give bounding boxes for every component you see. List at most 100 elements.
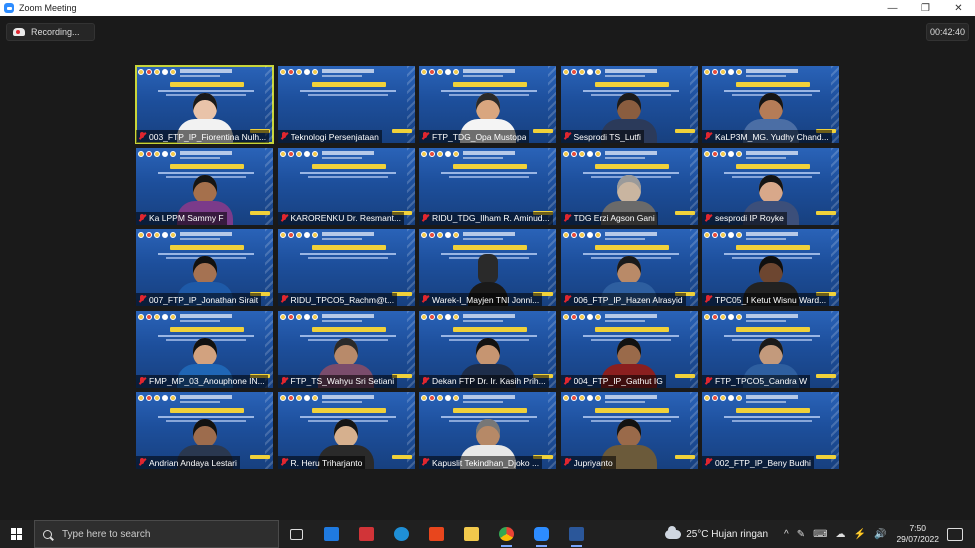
chrome-button[interactable]: [489, 520, 524, 548]
banner-logos: [704, 313, 742, 320]
banner-subtitle-line: [449, 175, 529, 178]
banner-subtitle: [441, 90, 537, 92]
banner-header-line: [180, 156, 220, 159]
participant-tile[interactable]: 004_FTP_IP_Gathut IG: [560, 310, 698, 388]
onedrive-icon[interactable]: ☁: [836, 529, 846, 540]
banner-title-bar: [311, 326, 386, 332]
banner-badge: [816, 455, 836, 459]
muted-mic-icon: [138, 295, 146, 304]
file-explorer-button[interactable]: [454, 520, 489, 548]
participant-name: Ka LPPM Sammy F: [149, 213, 224, 223]
banner-subtitle: [299, 334, 396, 337]
participant-tile[interactable]: Warek-I_Mayjen TNI Jonni...: [419, 229, 556, 306]
edge-button[interactable]: [384, 520, 419, 548]
banner-header-line: [463, 401, 503, 403]
mail-button[interactable]: [314, 520, 349, 548]
zoom-button[interactable]: [524, 520, 559, 548]
participant-name-bar: sesprodi IP Royke: [702, 211, 787, 225]
participant-tile[interactable]: 007_FTP_IP_Jonathan Sirait: [136, 229, 273, 306]
muted-mic-icon: [563, 213, 571, 223]
participant-tile[interactable]: R. Heru Triharjanto: [277, 392, 415, 469]
participant-tile[interactable]: RIDU_TPCO5_Rachm@t...: [277, 229, 415, 306]
banner-header: [180, 395, 232, 399]
participant-tile[interactable]: FTP_TS_Wahyu Sri Setiani: [277, 310, 415, 388]
participant-tile[interactable]: Jupriyanto: [560, 392, 698, 469]
word-button[interactable]: [559, 520, 594, 548]
recording-indicator[interactable]: Recording...: [6, 23, 95, 41]
participant-tile[interactable]: TDG Erzi Agson Gani: [560, 147, 698, 225]
banner-logos: [138, 232, 176, 238]
participant-tile[interactable]: FMP_MP_03_Anouphone IN...: [136, 310, 273, 388]
banner-header-line: [180, 75, 220, 77]
participant-name-bar: 004_FTP_IP_Gathut IG: [560, 374, 666, 388]
participant-name-bar: 002_FTP_IP_Beny Budhi: [702, 456, 814, 469]
banner-badge: [250, 210, 270, 215]
participant-name: Andrian Andaya Lestari: [149, 457, 237, 468]
participant-tile[interactable]: Andrian Andaya Lestari: [136, 392, 273, 469]
banner-title-bar: [594, 245, 669, 250]
participant-tile[interactable]: Dekan FTP Dr. Ir. Kasih Prih...: [419, 310, 556, 388]
cloud-icon: [665, 525, 682, 539]
banner-subtitle-line: [307, 175, 388, 178]
participant-tile[interactable]: RIDU_TDG_Ilham R. Aminud...: [419, 147, 556, 225]
participant-tile[interactable]: KARORENKU Dr. Resmant...: [277, 147, 415, 225]
restore-button[interactable]: ❐: [909, 0, 942, 16]
banner-subtitle: [158, 334, 254, 337]
notification-center-icon[interactable]: [947, 527, 963, 541]
banner-title-bar: [594, 408, 669, 413]
participant-tile[interactable]: Ka LPPM Sammy F: [136, 147, 273, 225]
muted-mic-icon: [280, 295, 288, 304]
muted-mic-icon: [563, 458, 571, 467]
banner-subtitle-line: [732, 420, 812, 422]
banner-subtitle: [299, 90, 396, 92]
banner-logos: [421, 232, 459, 238]
participant-name-bar: Dekan FTP Dr. Ir. Kasih Prih...: [419, 374, 549, 388]
participant-tile[interactable]: sesprodi IP Royke: [702, 147, 839, 225]
participant-tile[interactable]: KaLP3M_MG. Yudhy Chand...: [702, 66, 839, 143]
participant-tile[interactable]: TPC05_I Ketut Wisnu Ward...: [702, 229, 839, 306]
mail-icon: [324, 527, 339, 541]
taskbar-clock[interactable]: 7:50 29/07/2022: [896, 523, 939, 545]
participant-name: TPC05_I Ketut Wisnu Ward...: [715, 294, 827, 305]
office-button[interactable]: [419, 520, 454, 548]
participant-name: FTP_TS_Wahyu Sri Setiani: [290, 376, 395, 386]
participant-tile[interactable]: Teknologi Persenjataan: [277, 66, 415, 143]
battery-icon[interactable]: ⚡: [854, 529, 866, 540]
task-view-button[interactable]: [279, 520, 314, 548]
participant-tile[interactable]: 002_FTP_IP_Beny Budhi: [702, 392, 839, 469]
weather-widget[interactable]: 25°C Hujan ringan: [665, 525, 768, 540]
participant-tile[interactable]: 003_FTP_IP_Fiorentina Nulh...: [135, 65, 274, 144]
start-button[interactable]: [0, 520, 34, 548]
banner-header: [321, 313, 374, 318]
minimize-button[interactable]: —: [876, 0, 909, 16]
banner-logos: [421, 150, 459, 157]
banner-header-line: [321, 75, 362, 77]
banner-subtitle: [582, 253, 679, 255]
banner-header-line: [463, 75, 503, 77]
close-button[interactable]: ✕: [942, 0, 975, 16]
gift-icon: [359, 527, 374, 541]
banner-subtitle: [724, 90, 820, 92]
pen-icon[interactable]: ✎: [797, 529, 805, 540]
banner-logos: [138, 150, 176, 157]
keyboard-icon[interactable]: ⌨: [813, 529, 827, 540]
participant-tile[interactable]: Kapuslit Tekindhan_Djoko ...: [419, 392, 556, 469]
participant-tile[interactable]: Sesprodi TS_Lutfi: [560, 66, 698, 143]
muted-mic-icon: [421, 458, 429, 467]
participant-name-bar: TDG Erzi Agson Gani: [560, 211, 658, 225]
show-hidden-icons-icon[interactable]: ^: [784, 529, 789, 540]
taskbar-search-box[interactable]: Type here to search: [34, 520, 279, 548]
gift-button[interactable]: [349, 520, 384, 548]
banner-subtitle: [724, 334, 820, 337]
participant-tile[interactable]: 006_FTP_IP_Hazen Alrasyid: [560, 229, 698, 306]
participant-tile[interactable]: FTP_TPCO5_Candra W: [702, 310, 839, 388]
banner-header-line: [746, 238, 786, 240]
participant-name-bar: FTP_TS_Wahyu Sri Setiani: [277, 374, 398, 388]
participant-tile[interactable]: FTP_TDG_Opa Mustopa: [419, 66, 556, 143]
volume-icon[interactable]: 🔊: [874, 529, 886, 540]
banner-header: [746, 69, 798, 73]
participant-name-bar: 007_FTP_IP_Jonathan Sirait: [136, 293, 262, 306]
participant-name-bar: Kapuslit Tekindhan_Djoko ...: [419, 456, 543, 469]
banner-header: [746, 313, 798, 318]
muted-mic-icon: [421, 132, 429, 141]
